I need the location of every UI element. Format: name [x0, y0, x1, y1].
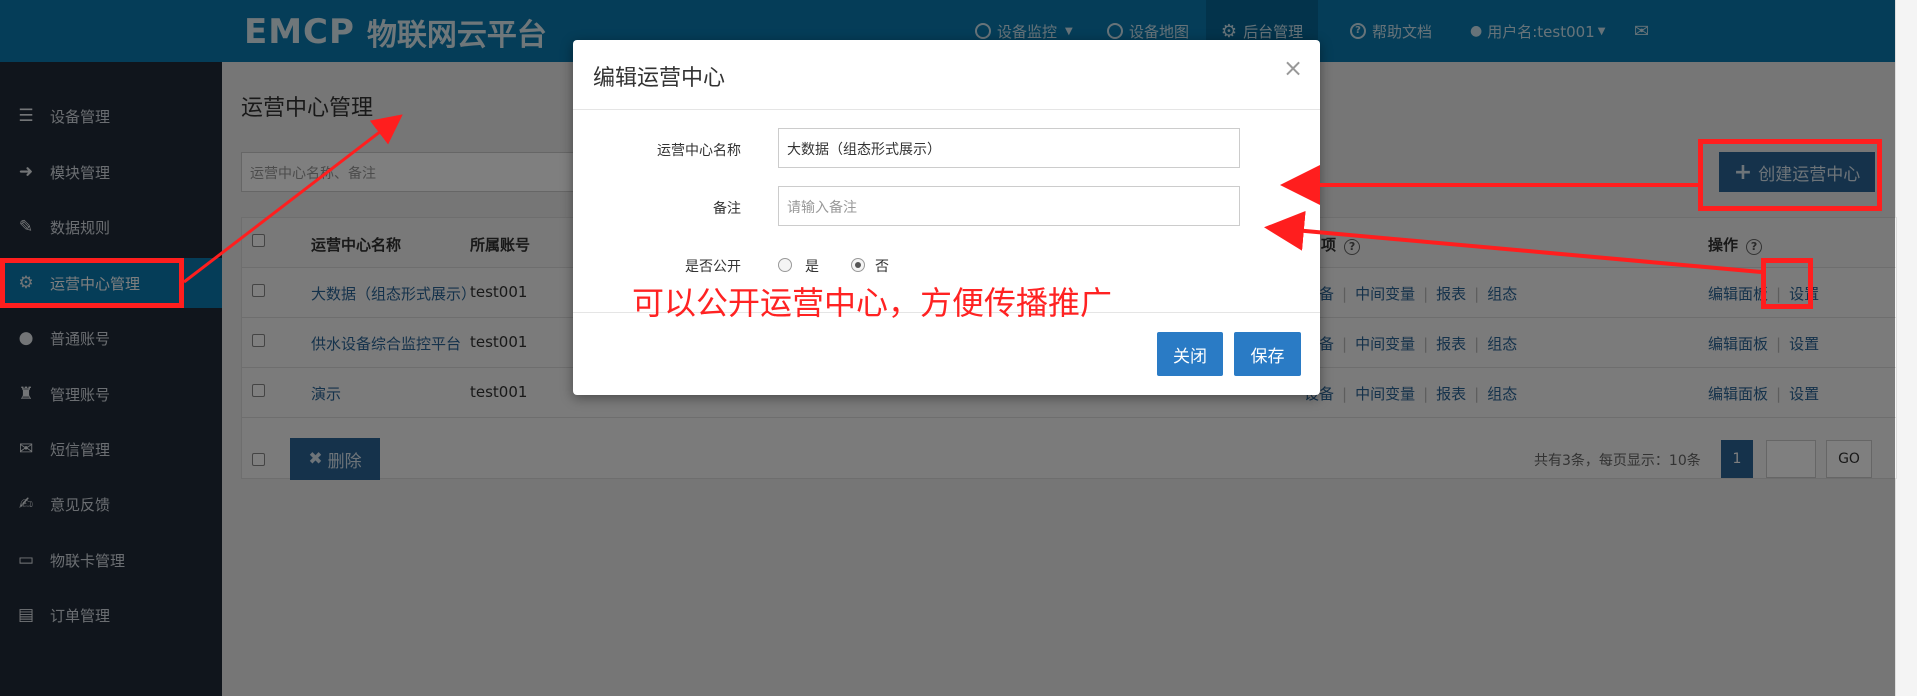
arrow-settings-to-form [1264, 210, 1762, 274]
arrow-sidebar-to-title [183, 114, 403, 284]
annotation-arrows [183, 114, 1762, 284]
